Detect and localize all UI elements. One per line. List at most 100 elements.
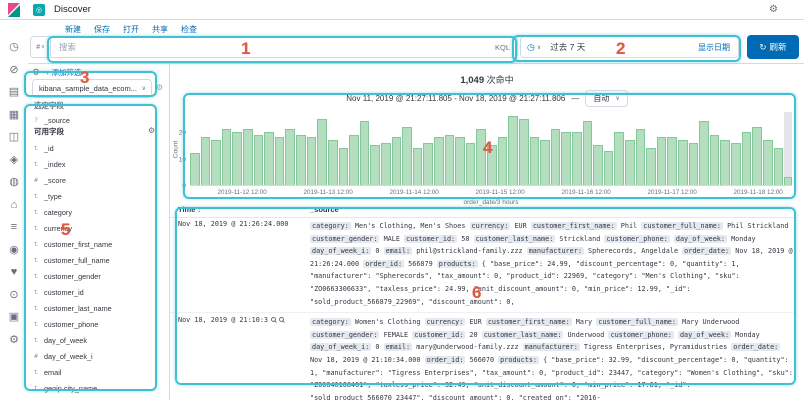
histogram-bar[interactable] bbox=[678, 140, 688, 185]
zoom-out-icon[interactable] bbox=[279, 317, 284, 322]
sidebar-field[interactable]: tcustomer_phone bbox=[34, 316, 167, 332]
sidebar-field[interactable]: tcustomer_last_name bbox=[34, 300, 167, 316]
histogram-bar[interactable] bbox=[646, 148, 656, 185]
histogram-bar[interactable] bbox=[466, 143, 476, 185]
time-picker[interactable]: ◷ ∨ 过去 7 天 显示日期 bbox=[520, 36, 739, 58]
histogram-bar[interactable] bbox=[498, 137, 508, 185]
table-row[interactable]: Nov 18, 2019 @ 21:26:24.000category: Men… bbox=[170, 217, 796, 313]
query-filter-dropdown[interactable]: #∨ bbox=[30, 36, 50, 58]
histogram-bar[interactable] bbox=[487, 145, 497, 185]
dashboard-icon[interactable]: ▦ bbox=[9, 110, 19, 121]
apm-icon[interactable]: ◉ bbox=[9, 245, 19, 256]
sidebar-field[interactable]: tcustomer_gender bbox=[34, 268, 167, 284]
histogram-bar[interactable] bbox=[392, 137, 402, 185]
time-range-value[interactable]: 过去 7 天 bbox=[550, 41, 585, 53]
histogram-bar[interactable] bbox=[508, 116, 518, 185]
sidebar-field[interactable]: tcustomer_first_name bbox=[34, 236, 167, 252]
field-settings-gear-icon[interactable]: ⚙ bbox=[148, 126, 155, 135]
histogram-bar[interactable] bbox=[445, 135, 455, 185]
sidebar-field[interactable]: tcurrency bbox=[34, 220, 167, 236]
histogram-bar[interactable] bbox=[211, 140, 221, 185]
histogram-bar[interactable] bbox=[423, 143, 433, 185]
histogram-bar[interactable] bbox=[689, 143, 699, 185]
histogram-bar[interactable] bbox=[360, 121, 370, 185]
show-dates-link[interactable]: 显示日期 bbox=[698, 42, 730, 53]
uptime-icon[interactable]: ♥ bbox=[11, 267, 18, 278]
histogram-bar[interactable] bbox=[243, 129, 253, 185]
sidebar-field[interactable]: t_index bbox=[34, 156, 167, 172]
menu-item[interactable]: 保存 bbox=[94, 24, 110, 35]
histogram-bar[interactable] bbox=[307, 137, 317, 185]
histogram-bar[interactable] bbox=[636, 129, 646, 185]
histogram-bar[interactable] bbox=[710, 135, 720, 185]
histogram-bar[interactable] bbox=[402, 127, 412, 185]
sidebar-field[interactable]: temail bbox=[34, 364, 167, 380]
histogram-bar[interactable] bbox=[763, 140, 773, 185]
index-pattern-selector[interactable]: kibana_sample_data_ecom... ∨ bbox=[32, 79, 152, 98]
menu-item[interactable]: 打开 bbox=[123, 24, 139, 35]
sidebar-field[interactable]: t_type bbox=[34, 188, 167, 204]
histogram-bar[interactable] bbox=[583, 121, 593, 185]
histogram-bar[interactable] bbox=[551, 129, 561, 185]
histogram-bar[interactable] bbox=[381, 143, 391, 185]
refresh-button[interactable]: ↻ 刷新 bbox=[747, 35, 799, 59]
histogram-bar[interactable] bbox=[455, 137, 465, 185]
histogram-bar[interactable] bbox=[699, 121, 709, 185]
table-row[interactable]: Nov 18, 2019 @ 21:10:3category: Women's … bbox=[170, 313, 796, 400]
histogram-bar[interactable] bbox=[413, 148, 423, 185]
histogram-bar[interactable] bbox=[774, 148, 784, 185]
histogram-bar[interactable] bbox=[784, 177, 792, 185]
recently-viewed-icon[interactable]: ◷ bbox=[9, 42, 19, 53]
histogram-bar[interactable] bbox=[296, 135, 306, 185]
filter-gear-icon[interactable]: ⚙ bbox=[32, 67, 40, 78]
machine-learning-icon[interactable]: ◍ bbox=[9, 177, 19, 188]
histogram-bar[interactable] bbox=[285, 129, 295, 185]
sidebar-field[interactable]: t_id bbox=[34, 140, 167, 156]
sidebar-field[interactable]: tday_of_week bbox=[34, 332, 167, 348]
histogram-bar[interactable] bbox=[317, 119, 327, 185]
histogram-bar[interactable] bbox=[540, 140, 550, 185]
histogram-bar[interactable] bbox=[201, 137, 211, 185]
histogram-bar[interactable] bbox=[530, 137, 540, 185]
histogram-bar[interactable] bbox=[593, 145, 603, 185]
histogram-bar[interactable] bbox=[667, 137, 677, 185]
kql-language-label[interactable]: KQL bbox=[495, 43, 517, 52]
histogram-bar[interactable] bbox=[254, 135, 264, 185]
add-filter-link[interactable]: + 添加筛选 bbox=[45, 67, 81, 78]
histogram-bar[interactable] bbox=[720, 140, 730, 185]
search-input[interactable] bbox=[51, 42, 495, 52]
sidebar-field[interactable]: tcustomer_id bbox=[34, 284, 167, 300]
logs-icon[interactable]: ≡ bbox=[11, 222, 17, 233]
canvas-icon[interactable]: ◫ bbox=[9, 132, 19, 143]
menu-item[interactable]: 共享 bbox=[152, 24, 168, 35]
histogram-bar[interactable] bbox=[476, 129, 486, 185]
histogram-bar[interactable] bbox=[625, 140, 635, 185]
infrastructure-icon[interactable]: ⌂ bbox=[11, 200, 18, 211]
sidebar-field[interactable]: #_score bbox=[34, 172, 167, 188]
discover-icon[interactable]: ⊘ bbox=[9, 65, 18, 76]
histogram-bar[interactable] bbox=[328, 140, 338, 185]
histogram-bar[interactable] bbox=[604, 151, 614, 185]
source-column-header[interactable]: _source bbox=[310, 205, 796, 214]
menu-item[interactable]: 新建 bbox=[65, 24, 81, 35]
dev-tools-icon[interactable]: ▣ bbox=[9, 312, 19, 323]
histogram-bar[interactable] bbox=[222, 129, 232, 185]
sidebar-field[interactable]: #day_of_week_i bbox=[34, 348, 167, 364]
histogram-bar[interactable] bbox=[561, 132, 571, 185]
histogram-bar[interactable] bbox=[339, 148, 349, 185]
zoom-in-icon[interactable] bbox=[271, 317, 276, 322]
sidebar-field[interactable]: tcategory bbox=[34, 204, 167, 220]
histogram-bar[interactable] bbox=[232, 132, 242, 185]
management-icon[interactable]: ⚙ bbox=[9, 335, 19, 346]
histogram-bar[interactable] bbox=[349, 135, 359, 185]
histogram-bar[interactable] bbox=[275, 137, 285, 185]
histogram-bar[interactable] bbox=[370, 145, 380, 185]
siem-icon[interactable]: ⊙ bbox=[9, 290, 18, 301]
sidebar-field[interactable]: tcustomer_full_name bbox=[34, 252, 167, 268]
sidebar-field[interactable]: tgeoip.city_name bbox=[34, 380, 167, 396]
histogram-bar[interactable] bbox=[731, 143, 741, 185]
index-settings-gear-icon[interactable]: ⚙ bbox=[156, 83, 163, 92]
visualize-icon[interactable]: ▤ bbox=[9, 87, 19, 98]
histogram-bar[interactable] bbox=[519, 119, 529, 185]
histogram-bar[interactable] bbox=[657, 137, 667, 185]
